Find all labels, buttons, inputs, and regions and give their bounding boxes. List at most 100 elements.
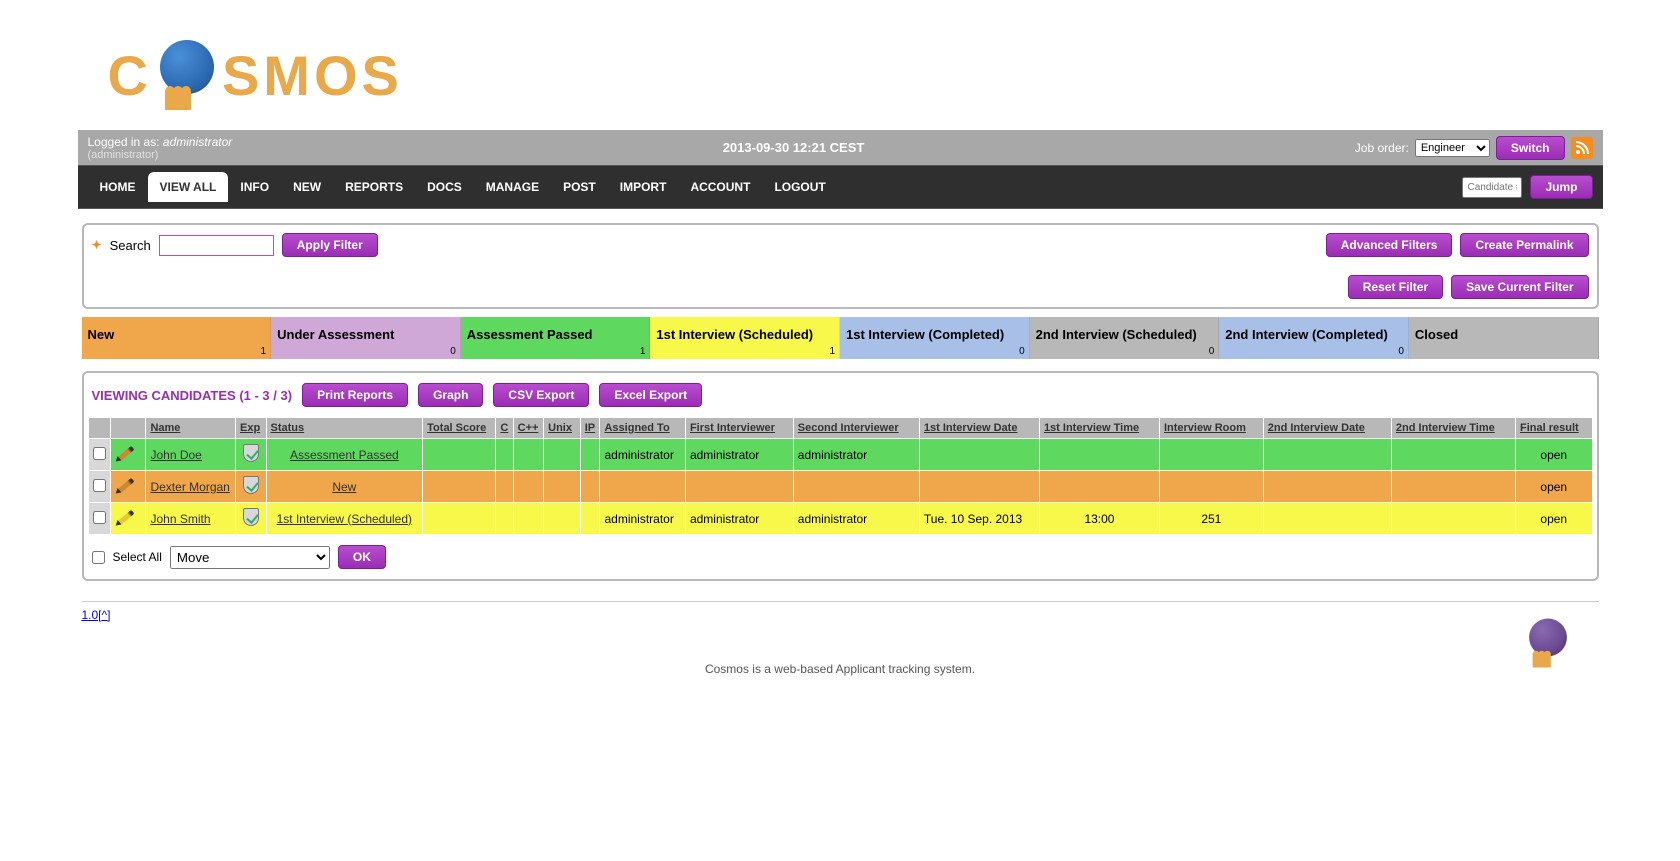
jump-button[interactable]: Jump xyxy=(1530,175,1592,199)
nav-docs[interactable]: DOCS xyxy=(415,170,474,204)
th-cpp[interactable]: C++ xyxy=(513,418,544,439)
th-name[interactable]: Name xyxy=(146,418,236,439)
shield-icon[interactable] xyxy=(243,476,259,494)
status-cell-label: 2nd Interview (Completed) xyxy=(1225,327,1388,342)
nav-post[interactable]: POST xyxy=(551,170,608,204)
shield-icon[interactable] xyxy=(243,444,259,462)
bulk-action-select[interactable]: Move xyxy=(170,546,330,569)
nav-reports[interactable]: REPORTS xyxy=(333,170,415,204)
status-cell-1[interactable]: Under Assessment 0 xyxy=(271,317,461,359)
edit-icon[interactable] xyxy=(115,475,141,495)
nav-logout[interactable]: LOGOUT xyxy=(762,170,837,204)
switch-button[interactable]: Switch xyxy=(1496,136,1565,160)
excel-export-button[interactable]: Excel Export xyxy=(599,383,702,407)
search-input[interactable] xyxy=(159,235,274,256)
ok-button[interactable]: OK xyxy=(338,545,386,569)
row-checkbox[interactable] xyxy=(93,511,106,524)
nav-new[interactable]: NEW xyxy=(281,170,333,204)
candidate-name-link[interactable]: Dexter Morgan xyxy=(150,480,229,494)
cell-first-interviewer: administrator xyxy=(685,503,793,535)
cell-1st-date xyxy=(919,471,1039,503)
table-row: Dexter MorganNewopen xyxy=(88,471,1592,503)
save-filter-button[interactable]: Save Current Filter xyxy=(1451,275,1588,299)
nav-view-all[interactable]: VIEW ALL xyxy=(148,172,229,202)
cell-1st-time xyxy=(1039,471,1159,503)
th-total-score[interactable]: Total Score xyxy=(423,418,496,439)
cell-second-interviewer: administrator xyxy=(793,503,919,535)
edit-icon[interactable] xyxy=(115,507,141,527)
status-cell-5[interactable]: 2nd Interview (Scheduled)0 xyxy=(1030,317,1220,359)
print-reports-button[interactable]: Print Reports xyxy=(302,383,408,407)
status-link[interactable]: 1st Interview (Scheduled) xyxy=(277,512,412,526)
cell-c xyxy=(496,503,513,535)
cell-unix xyxy=(544,503,581,535)
advanced-filters-button[interactable]: Advanced Filters xyxy=(1326,233,1453,257)
nav-home[interactable]: HOME xyxy=(88,170,148,204)
cell-checkbox xyxy=(88,439,110,471)
logged-in-username: administrator xyxy=(163,135,232,149)
cell-status: Assessment Passed xyxy=(266,439,423,471)
cell-total-score xyxy=(423,439,496,471)
th-final-result[interactable]: Final result xyxy=(1516,418,1592,439)
nav-manage[interactable]: MANAGE xyxy=(474,170,551,204)
th-1st-interview-time[interactable]: 1st Interview Time xyxy=(1039,418,1159,439)
status-cell-6[interactable]: 2nd Interview (Completed) 0 xyxy=(1219,317,1409,359)
cell-second-interviewer xyxy=(793,471,919,503)
th-assigned-to[interactable]: Assigned To xyxy=(600,418,685,439)
status-cell-label: 2nd Interview (Scheduled) xyxy=(1036,327,1197,342)
status-cell-count: 0 xyxy=(1398,346,1404,357)
cell-unix xyxy=(544,471,581,503)
th-first-interviewer[interactable]: First Interviewer xyxy=(685,418,793,439)
th-2nd-interview-date[interactable]: 2nd Interview Date xyxy=(1263,418,1391,439)
th-c[interactable]: C xyxy=(496,418,513,439)
cell-checkbox xyxy=(88,471,110,503)
cell-1st-date: Tue. 10 Sep. 2013 xyxy=(919,503,1039,535)
th-exp[interactable]: Exp xyxy=(235,418,266,439)
status-link[interactable]: Assessment Passed xyxy=(290,448,399,462)
job-order-select[interactable]: Engineer xyxy=(1415,139,1490,157)
edit-icon[interactable] xyxy=(115,443,141,463)
th-interview-room[interactable]: Interview Room xyxy=(1159,418,1263,439)
select-all-checkbox[interactable] xyxy=(92,551,105,564)
row-checkbox[interactable] xyxy=(93,479,106,492)
status-cell-2[interactable]: Assessment Passed1 xyxy=(461,317,651,359)
th-1st-interview-date[interactable]: 1st Interview Date xyxy=(919,418,1039,439)
candidate-name-link[interactable]: John Doe xyxy=(150,448,201,462)
logged-in-label: Logged in as: xyxy=(88,135,163,149)
th-status[interactable]: Status xyxy=(266,418,423,439)
nav-info[interactable]: INFO xyxy=(228,170,281,204)
status-cell-7[interactable]: Closed xyxy=(1409,317,1599,359)
row-checkbox[interactable] xyxy=(93,447,106,460)
th-ip[interactable]: IP xyxy=(580,418,600,439)
status-cell-3[interactable]: 1st Interview (Scheduled)1 xyxy=(650,317,840,359)
version-link[interactable]: 1.0[^] xyxy=(78,604,115,626)
cell-exp xyxy=(235,439,266,471)
candidate-number-input[interactable] xyxy=(1462,177,1522,198)
th-second-interviewer[interactable]: Second Interviewer xyxy=(793,418,919,439)
status-link[interactable]: New xyxy=(332,480,356,494)
status-cell-count: 1 xyxy=(640,346,646,357)
apply-filter-button[interactable]: Apply Filter xyxy=(282,233,378,257)
nav-import[interactable]: IMPORT xyxy=(608,170,679,204)
cell-second-interviewer: administrator xyxy=(793,439,919,471)
status-cell-label: Under Assessment xyxy=(277,327,394,342)
th-2nd-interview-time[interactable]: 2nd Interview Time xyxy=(1391,418,1515,439)
cell-final: open xyxy=(1516,439,1592,471)
nav-account[interactable]: ACCOUNT xyxy=(678,170,762,204)
th-unix[interactable]: Unix xyxy=(544,418,581,439)
expand-filter-icon[interactable]: ✦ xyxy=(92,238,102,252)
status-cell-4[interactable]: 1st Interview (Completed)0 xyxy=(840,317,1030,359)
status-cell-count: 0 xyxy=(450,346,456,357)
rss-icon[interactable] xyxy=(1571,137,1593,159)
status-cell-label: 1st Interview (Completed) xyxy=(846,327,1004,342)
candidate-name-link[interactable]: John Smith xyxy=(150,512,210,526)
graph-button[interactable]: Graph xyxy=(418,383,483,407)
csv-export-button[interactable]: CSV Export xyxy=(493,383,589,407)
th-edit xyxy=(110,418,146,439)
cell-cpp xyxy=(513,503,544,535)
status-cell-0[interactable]: New1 xyxy=(82,317,272,359)
footer-logo-icon xyxy=(1513,608,1583,678)
shield-icon[interactable] xyxy=(243,508,259,526)
reset-filter-button[interactable]: Reset Filter xyxy=(1348,275,1443,299)
create-permalink-button[interactable]: Create Permalink xyxy=(1460,233,1588,257)
